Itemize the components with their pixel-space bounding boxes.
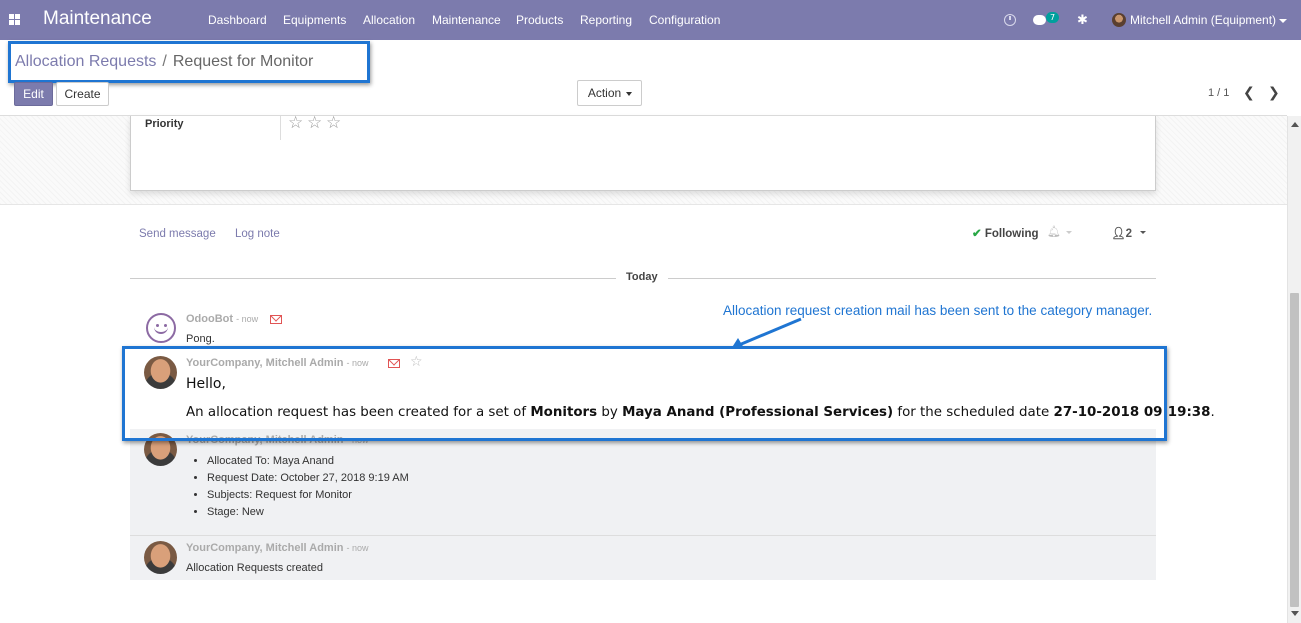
list-item: Request Date: October 27, 2018 9:19 AM [207,470,409,487]
author-name[interactable]: OdooBot [186,313,233,325]
message-author[interactable]: OdooBot - now [186,313,258,325]
menu-configuration[interactable]: Configuration [649,13,720,27]
chat-badge: 7 [1046,12,1060,23]
scroll-down-icon[interactable] [1291,611,1299,616]
priority-label: Priority [145,118,184,130]
menu-allocation[interactable]: Allocation [363,13,415,27]
message-date: - now [236,314,259,324]
chat-icon[interactable] [1033,15,1046,25]
following-label: Following [984,228,1039,240]
log-note-button[interactable]: Log note [235,228,280,240]
menu-reporting[interactable]: Reporting [580,13,632,27]
following-button[interactable]: ✔ Following [972,226,1039,240]
menu-products[interactable]: Products [516,13,563,27]
followers-count: 2 [1125,228,1133,240]
breadcrumb-highlight-box [8,41,370,83]
send-message-button[interactable]: Send message [139,228,216,240]
followers-button[interactable]: 👤︎2 [1111,226,1132,240]
list-item: Stage: New [207,504,409,521]
form-sheet [130,116,1156,191]
envelope-icon[interactable] [270,315,282,324]
action-dropdown[interactable]: Action [577,80,642,106]
mitchell-avatar[interactable] [144,541,177,574]
body-text: . [1210,405,1215,420]
message-date: - now [346,543,369,553]
menu-maintenance[interactable]: Maintenance [432,13,501,27]
message-author[interactable]: YourCompany, Mitchell Admin - now [186,542,369,554]
priority-star-icon[interactable]: ☆ [307,113,322,133]
today-label: Today [616,271,668,283]
message-body: Allocation Requests created [186,562,323,574]
pager-next-icon[interactable]: ❯ [1268,85,1280,101]
vertical-scrollbar[interactable] [1287,116,1301,623]
scroll-up-icon[interactable] [1291,122,1299,127]
create-button[interactable]: Create [56,82,109,106]
debug-bug-icon[interactable]: ✱ [1077,13,1088,28]
list-item: Subjects: Request for Monitor [207,487,409,504]
bell-icon[interactable]: 🔔︎ [1047,225,1061,238]
menu-dashboard[interactable]: Dashboard [208,13,267,27]
user-caret-icon[interactable] [1279,19,1287,23]
annotation-arrow [731,317,802,349]
person-icon: 👤︎ [1111,228,1126,240]
user-menu[interactable]: Mitchell Admin (Equipment) [1130,13,1276,27]
priority-star-icon[interactable]: ☆ [288,113,303,133]
chatter-divider [0,204,1287,205]
scroll-thumb[interactable] [1290,293,1299,607]
message-body: Pong. [186,333,215,345]
list-item: Allocated To: Maya Anand [207,453,409,470]
top-navbar: Maintenance Dashboard Equipments Allocat… [0,0,1301,40]
menu-equipments[interactable]: Equipments [283,13,346,27]
app-name[interactable]: Maintenance [43,8,152,30]
priority-star-icon[interactable]: ☆ [326,113,341,133]
email-highlight-box [122,346,1167,441]
pager-value[interactable]: 1 / 1 [1208,87,1229,99]
action-label: Action [587,86,622,100]
activity-clock-icon[interactable] [1004,14,1016,26]
date-value: now [241,314,259,324]
check-icon: ✔ [972,228,982,240]
author-name[interactable]: YourCompany, Mitchell Admin [186,542,343,554]
date-value: now [352,543,369,553]
pager-previous-icon[interactable]: ❮ [1243,85,1255,101]
notification-caret-icon[interactable] [1066,231,1072,234]
followers-caret-icon[interactable] [1140,231,1146,234]
action-caret-icon [626,92,632,96]
tracking-list: Allocated To: Maya Anand Request Date: O… [207,453,409,521]
apps-menu-icon[interactable] [9,14,20,25]
edit-button[interactable]: Edit [14,82,53,106]
priority-divider [280,116,281,140]
user-avatar[interactable] [1112,13,1126,27]
